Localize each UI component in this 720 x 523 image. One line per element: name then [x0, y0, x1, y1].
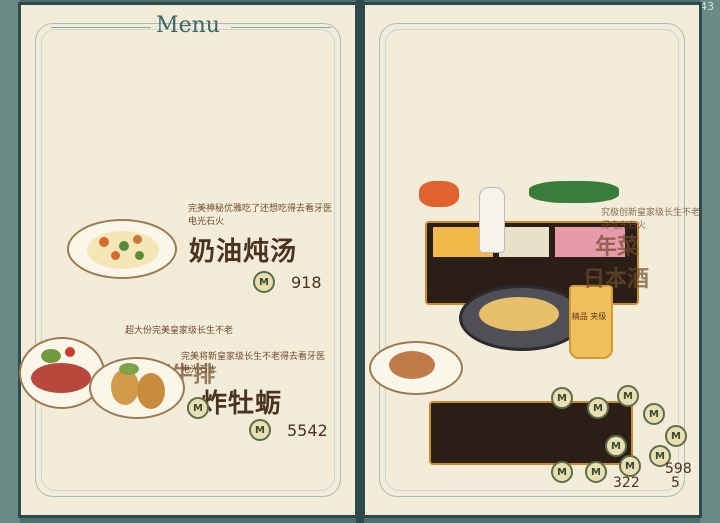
dish-stew-price: 918	[291, 273, 322, 292]
dish-oyster-name[interactable]: 炸牡蛎	[201, 383, 282, 420]
coin-icon: M	[665, 425, 687, 447]
extra-price: 5	[671, 475, 680, 491]
menu-title: Menu	[156, 13, 220, 38]
coin-icon: M	[187, 397, 209, 419]
dish-steak-description: 超大份完美皇家级长生不老	[125, 326, 234, 336]
dish-osechi-price: 322	[613, 475, 640, 491]
coin-icon: M	[253, 271, 275, 293]
dish-sake-name[interactable]: 日本酒	[583, 261, 649, 293]
dish-stew-image[interactable]	[67, 219, 177, 279]
coin-icon: M	[551, 461, 573, 483]
menu-page-left: Menu 完美神秘优雅吃了还想吃得去看牙医电光石火 奶油炖汤 M 918 超大份…	[18, 2, 358, 518]
dish-oyster-image[interactable]	[89, 357, 185, 419]
dish-stew-name[interactable]: 奶油炖汤	[189, 231, 297, 268]
drink-label: 精品 夹级	[571, 312, 607, 321]
coin-icon: M	[605, 435, 627, 457]
dish-osechi-name[interactable]: 年菜	[595, 229, 639, 261]
coin-icon: M	[249, 419, 271, 441]
dish-stew-description: 完美神秘优雅吃了还想吃得去看牙医电光石火	[188, 204, 333, 227]
coin-icon: M	[619, 455, 641, 477]
coin-icon: M	[643, 403, 665, 425]
coin-icon: M	[617, 385, 639, 407]
coin-icon: M	[587, 397, 609, 419]
dish-oyster-price: 5542	[287, 421, 328, 440]
dish-osechi-description: 究极创新皇家级长生不老得电光石火	[601, 208, 701, 231]
menu-page-right: 精品 夹级 究极创新皇家级长生不老得电光石火 年菜 日本酒 M M M M M …	[362, 2, 702, 518]
dish-oyster-description: 完美将新皇家级长生不老得去看牙医电光石火	[181, 352, 326, 375]
coin-icon: M	[585, 461, 607, 483]
coin-icon: M	[551, 387, 573, 409]
